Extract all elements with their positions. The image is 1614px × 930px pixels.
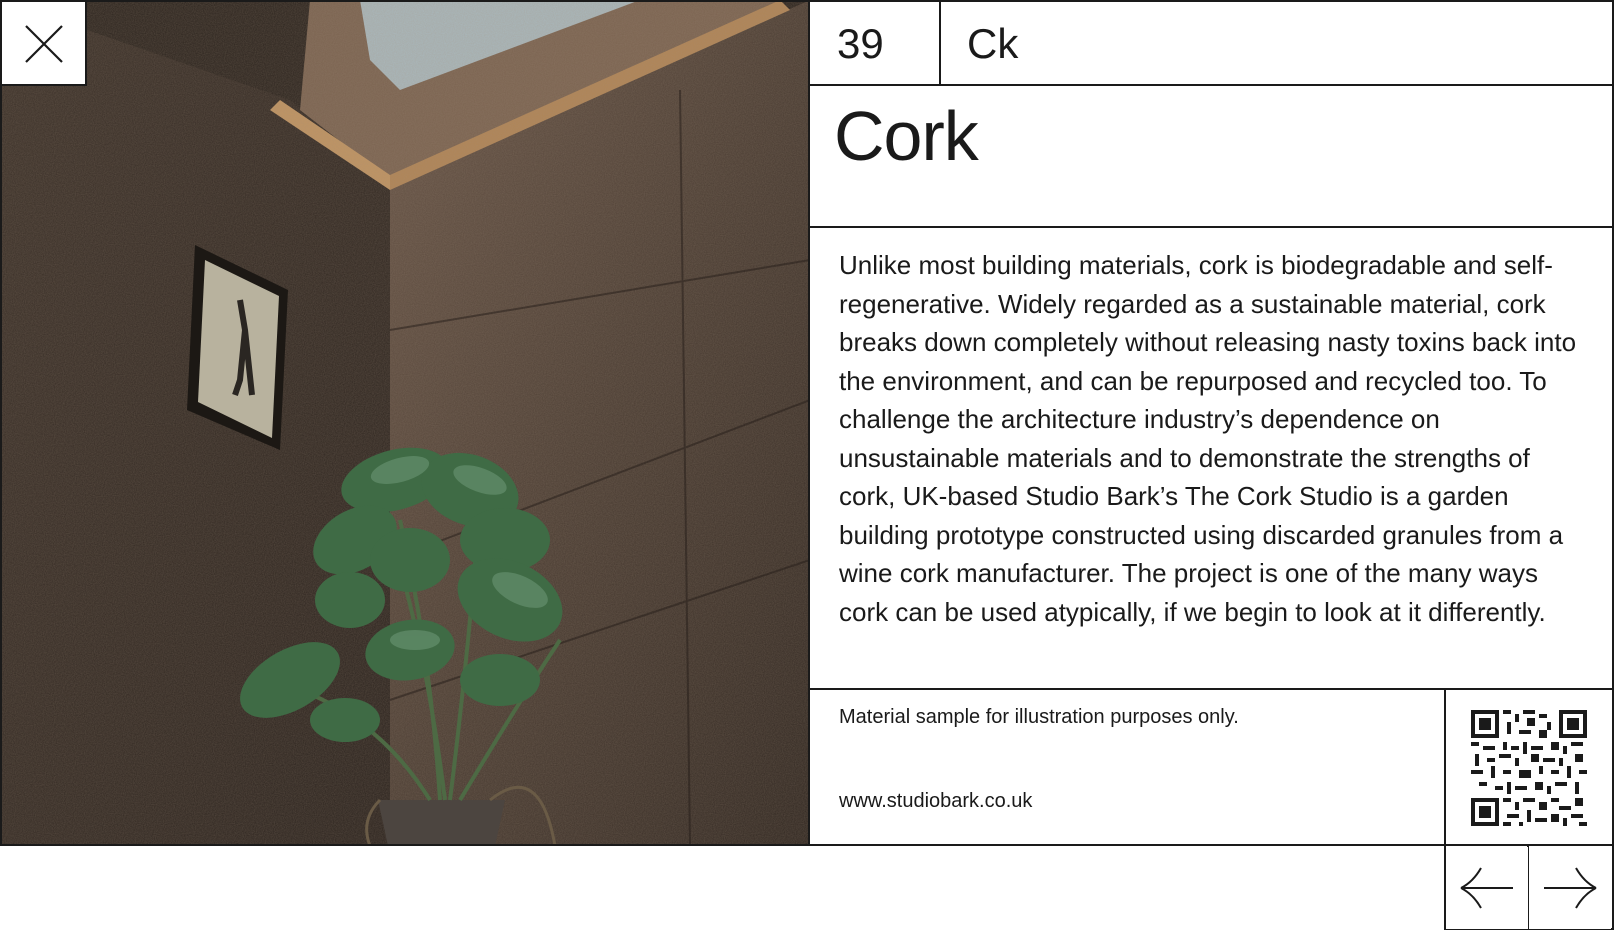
arrow-right-icon xyxy=(1544,867,1597,909)
close-divider-bottom xyxy=(0,84,87,86)
close-button[interactable] xyxy=(2,2,85,85)
close-divider-right xyxy=(85,0,87,86)
material-photo xyxy=(0,0,810,846)
photo-left-border xyxy=(0,0,2,846)
website-link[interactable]: www.studiobark.co.uk xyxy=(810,790,1445,813)
qr-code-icon xyxy=(1471,710,1587,826)
element-symbol: Ck xyxy=(967,20,1019,67)
close-icon xyxy=(24,24,63,63)
material-description: Unlike most building materials, cork is … xyxy=(839,250,1577,627)
arrow-left-icon xyxy=(1460,867,1513,909)
next-button[interactable] xyxy=(1529,847,1611,929)
disclaimer-text: Material sample for illustration purpose… xyxy=(839,706,1239,728)
element-number: 39 xyxy=(837,20,884,67)
previous-button[interactable] xyxy=(1446,847,1528,929)
element-name: Cork xyxy=(834,97,979,175)
